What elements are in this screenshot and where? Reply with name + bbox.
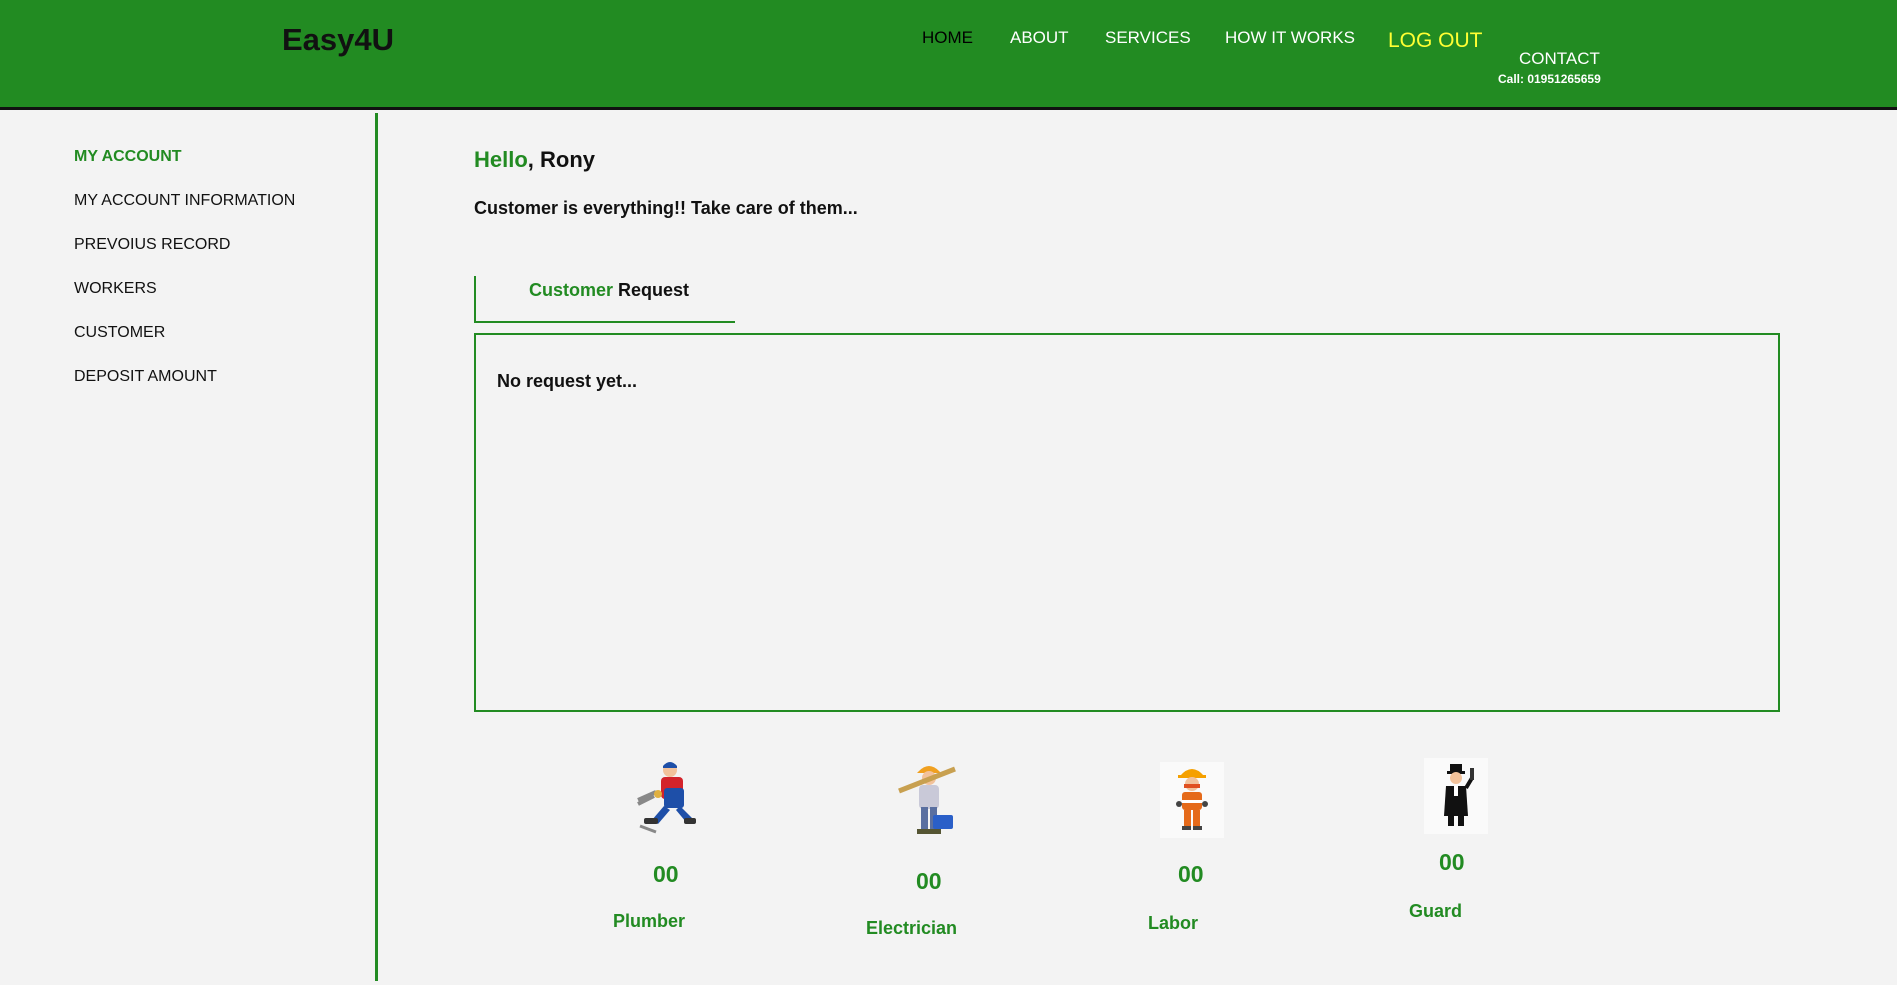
nav-contact[interactable]: CONTACT [1519,49,1600,69]
guard-label: Guard [1409,901,1463,921]
plumber-icon [634,760,698,836]
request-panel: No request yet... [474,333,1780,712]
nav-about[interactable]: ABOUT [1010,28,1069,48]
sidebar: MY ACCOUNT MY ACCOUNT INFORMATION PREVOI… [0,113,378,981]
site-logo[interactable]: Easy4U [282,22,394,58]
guard-count: 00 [1439,849,1465,875]
contact-phone: Call: 01951265659 [1498,72,1601,86]
plumber-label: Plumber [613,911,686,931]
nav-services[interactable]: SERVICES [1105,28,1191,48]
user-name: Rony [540,147,596,172]
sidebar-item-workers[interactable]: WORKERS [74,280,157,298]
sidebar-item-previous-record[interactable]: PREVOIUS RECORD [74,236,230,254]
tab-label-rest: Request [618,280,690,300]
tab-customer-request[interactable]: Customer Request [474,276,735,323]
nav-home[interactable]: HOME [922,28,973,48]
greeting-separator: , [527,147,534,172]
sidebar-item-deposit-amount[interactable]: DEPOSIT AMOUNT [74,368,217,386]
guard-icon [1424,758,1488,834]
electrician-count: 00 [916,868,942,894]
sidebar-item-my-account-information[interactable]: MY ACCOUNT INFORMATION [74,192,295,210]
labor-label: Labor [1148,913,1199,933]
empty-request-message: No request yet... [497,371,638,391]
sidebar-item-my-account[interactable]: MY ACCOUNT [74,148,182,166]
tab-label: Customer Request [529,280,689,301]
top-header: Easy4U HOME ABOUT SERVICES HOW IT WORKS … [0,0,1897,110]
tagline: Customer is everything!! Take care of th… [474,198,858,218]
sidebar-item-customer[interactable]: CUSTOMER [74,324,165,342]
labor-count: 00 [1178,861,1204,887]
nav-logout[interactable]: LOG OUT [1388,29,1483,53]
nav-how-it-works[interactable]: HOW IT WORKS [1225,28,1355,48]
greeting: Hello, Rony [474,147,595,173]
electrician-icon [897,763,961,839]
tab-label-highlight: Customer [529,280,614,300]
electrician-label: Electrician [866,918,958,938]
plumber-count: 00 [653,861,679,887]
labor-icon [1160,762,1224,838]
greeting-word: Hello [474,147,528,172]
